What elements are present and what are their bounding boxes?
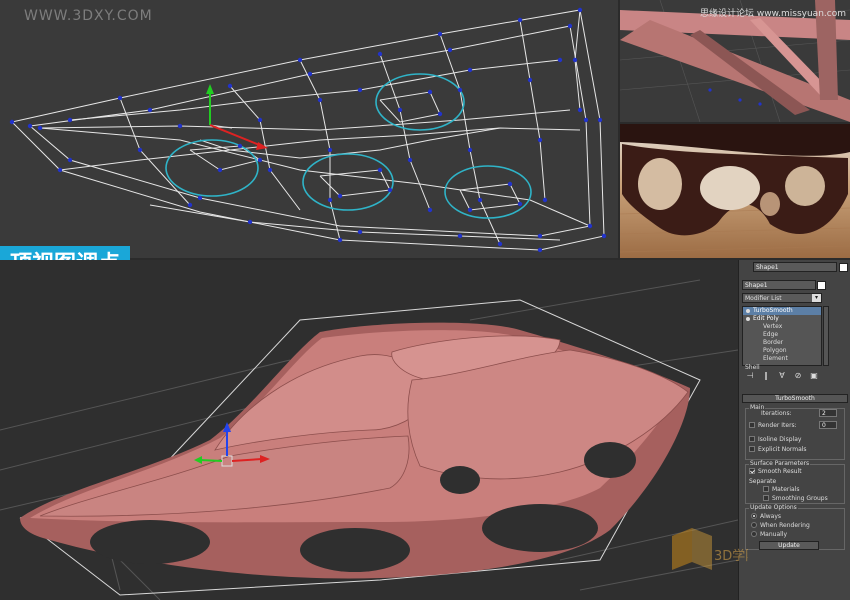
explicit-normals-checkbox[interactable] <box>749 446 755 452</box>
modifier-list-dropdown[interactable]: Modifier List ▾ <box>742 293 822 303</box>
chevron-down-icon: ▾ <box>812 294 821 302</box>
table-model <box>20 322 690 579</box>
make-unique-icon[interactable]: ∀ <box>776 370 788 382</box>
always-label: Always <box>760 513 782 520</box>
object-name-field[interactable]: Shape1 <box>742 280 816 290</box>
stack-toolbar: ⊣ ‖ ∀ ⊘ ▣ <box>742 370 847 382</box>
when-rendering-radio[interactable] <box>751 522 757 528</box>
watermark-top-text: WWW.3DXY.COM <box>24 8 153 24</box>
isoline-display-checkbox[interactable] <box>749 436 755 442</box>
render-iters-spinner[interactable]: 0 <box>819 421 837 429</box>
modifier-stack[interactable]: TurboSmooth Edit Poly Vertex Edge Border… <box>742 306 822 366</box>
smooth-result-checkbox[interactable] <box>749 468 755 474</box>
update-button[interactable]: Update <box>759 541 819 550</box>
update-options-title: Update Options <box>749 504 798 511</box>
stack-item-polygon[interactable]: Polygon <box>743 347 821 355</box>
lightbulb-icon[interactable] <box>746 309 750 313</box>
materials-checkbox[interactable] <box>763 486 769 492</box>
separate-label: Separate <box>749 478 777 485</box>
manually-radio[interactable] <box>751 531 757 537</box>
remove-modifier-icon[interactable]: ⊘ <box>792 370 804 382</box>
wireframe-drawing <box>9 7 607 253</box>
perspective-viewport[interactable] <box>0 260 738 600</box>
highlight-circles <box>165 73 532 219</box>
smoothing-groups-checkbox[interactable] <box>763 495 769 501</box>
show-end-result-icon[interactable]: ‖ <box>760 370 772 382</box>
always-radio[interactable] <box>751 513 757 519</box>
lightbulb-icon[interactable] <box>746 317 750 321</box>
manually-label: Manually <box>760 531 788 538</box>
perspective-drawing <box>0 279 738 600</box>
render-iters-label: Render Iters: <box>758 422 797 429</box>
pin-stack-icon[interactable]: ⊣ <box>744 370 756 382</box>
table-photo <box>620 124 850 258</box>
surface-parameters-title: Surface Parameters <box>749 460 811 467</box>
object-color-swatch-top[interactable] <box>839 263 848 272</box>
wireframe-edges <box>11 9 605 251</box>
configure-modifier-sets-icon[interactable]: ▣ <box>808 370 820 382</box>
iterations-spinner[interactable]: 2 <box>819 409 837 417</box>
isoline-display-label: Isoline Display <box>758 436 802 443</box>
iterations-label: Iterations: <box>761 410 792 417</box>
object-color-swatch[interactable] <box>817 281 826 290</box>
top-wireframe-viewport[interactable]: WWW.3DXY.COM <box>0 0 618 258</box>
site-watermark: 思缘设计论坛 www.missyuan.com <box>700 9 846 19</box>
screenshot-root: WWW.3DXY.COM 思缘设计论坛 www.missyuan.com Sha… <box>0 0 850 600</box>
smoothing-groups-label: Smoothing Groups <box>772 495 828 502</box>
modifier-list-label: Modifier List <box>745 295 782 302</box>
smooth-result-label: Smooth Result <box>758 468 802 475</box>
explicit-normals-label: Explicit Normals <box>758 446 807 453</box>
render-iters-checkbox[interactable] <box>749 422 755 428</box>
stack-item-edge[interactable]: Edge <box>743 331 821 339</box>
turbosmooth-rollout-title[interactable]: TurboSmooth <box>742 394 848 403</box>
stack-item-turbosmooth[interactable]: TurboSmooth <box>743 307 821 315</box>
object-name-field-top[interactable]: Shape1 <box>753 262 837 272</box>
logo-watermark-text: 3D学院 <box>714 548 748 564</box>
materials-label: Materials <box>772 486 800 493</box>
stack-item-element[interactable]: Element <box>743 355 821 363</box>
stack-item-border[interactable]: Border <box>743 339 821 347</box>
command-panel: Shape1 Shape1 Modifier List ▾ TurboSmoot… <box>738 260 850 600</box>
logo-watermark: 3D学院 <box>668 522 758 582</box>
table-photo-drawing <box>620 124 850 258</box>
stack-item-vertex[interactable]: Vertex <box>743 323 821 331</box>
when-rendering-label: When Rendering <box>760 522 810 529</box>
closeup-render-image: 思缘设计论坛 www.missyuan.com <box>620 0 850 122</box>
logo-watermark-mark: 3D学院 <box>672 528 758 570</box>
stack-item-edit-poly[interactable]: Edit Poly <box>743 315 821 323</box>
modifier-stack-scrollbar[interactable] <box>823 306 829 366</box>
